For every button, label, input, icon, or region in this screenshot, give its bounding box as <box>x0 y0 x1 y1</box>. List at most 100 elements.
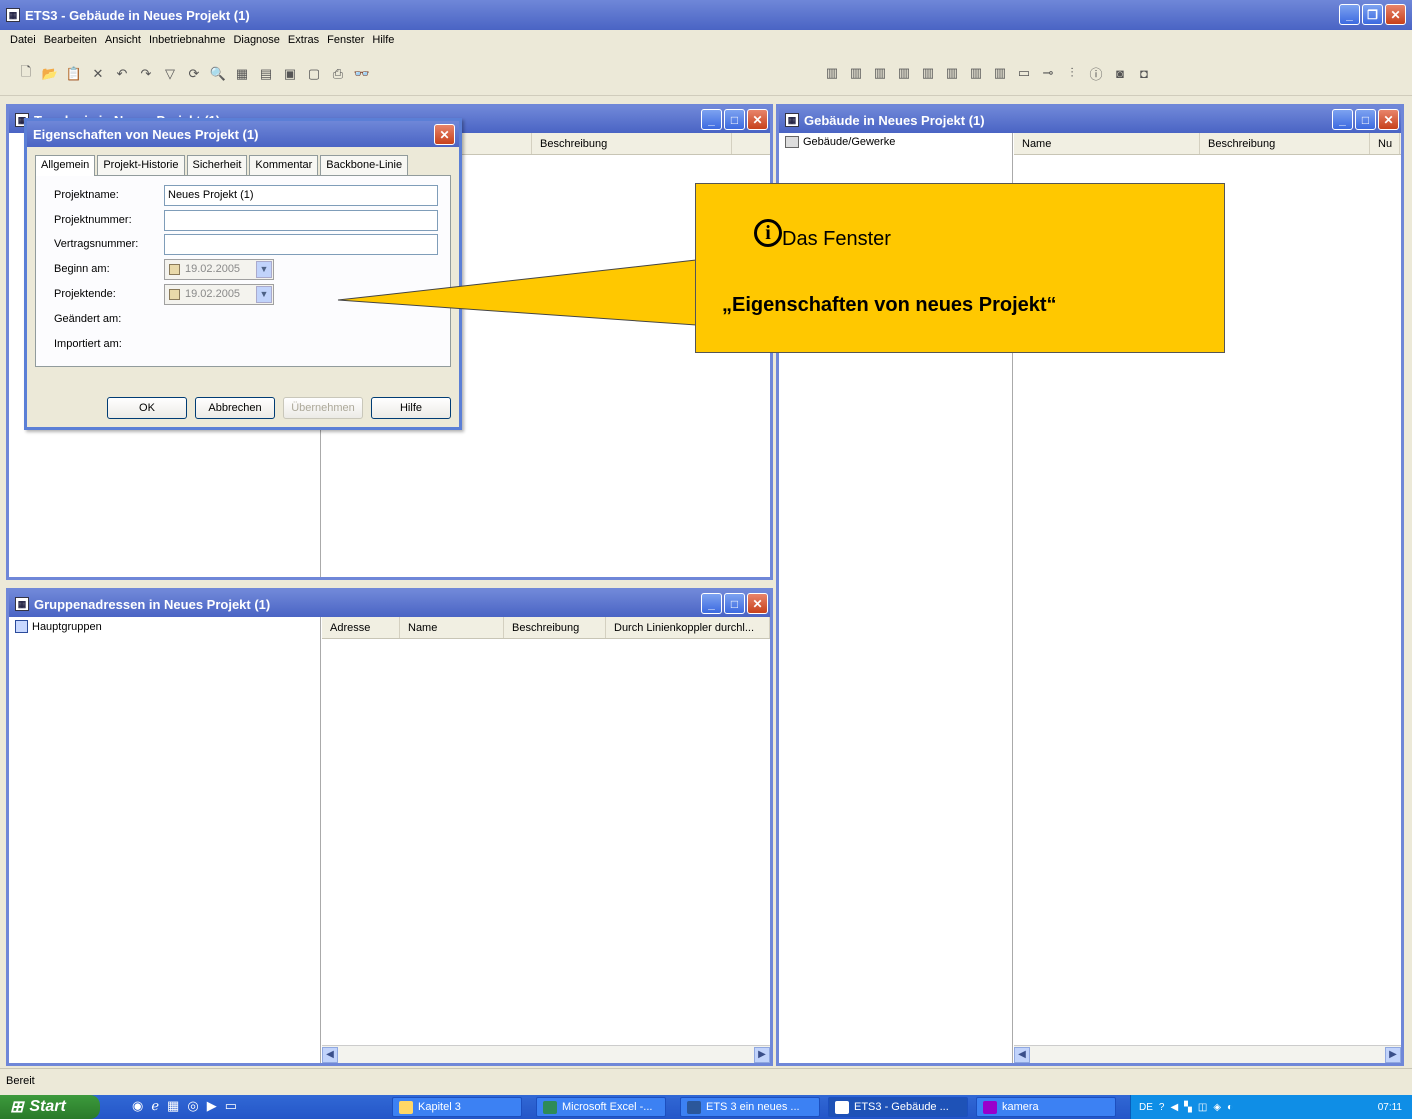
chart-icon[interactable]: ◙ <box>1111 64 1129 82</box>
sync-icon[interactable]: ◐ <box>1227 1102 1233 1113</box>
building-tool-icon[interactable]: ▥ <box>919 64 937 82</box>
cancel-button[interactable]: Abbrechen <box>195 397 275 419</box>
refresh-icon[interactable]: ⟳ <box>185 65 203 83</box>
scroll-left-icon[interactable]: ◀ <box>1014 1046 1030 1063</box>
close-icon[interactable]: ✕ <box>1385 4 1406 25</box>
building-tool-icon[interactable]: ▥ <box>967 64 985 82</box>
col-name[interactable]: Name <box>1014 133 1200 154</box>
task-word[interactable]: ETS 3 ein neues ... <box>680 1097 820 1117</box>
start-button[interactable]: ⊞ Start <box>0 1095 100 1119</box>
delete-icon[interactable]: ✕ <box>89 65 107 83</box>
security-icon[interactable]: ◈ <box>1213 1102 1221 1113</box>
gebaeude-titlebar[interactable]: ▦ Gebäude in Neues Projekt (1) _ □ ✕ <box>779 107 1401 133</box>
redo-icon[interactable]: ↷ <box>137 65 155 83</box>
checkbox-icon[interactable] <box>169 264 180 275</box>
table-icon[interactable]: ▤ <box>257 65 275 83</box>
menu-inbetriebnahme[interactable]: Inbetriebnahme <box>149 34 225 46</box>
tab-kommentar[interactable]: Kommentar <box>249 155 319 175</box>
col-beschreibung[interactable]: Beschreibung <box>504 617 606 638</box>
menu-hilfe[interactable]: Hilfe <box>372 34 394 46</box>
beginn-date-picker[interactable]: 19.02.2005 ▼ <box>164 259 274 280</box>
minimize-icon[interactable]: _ <box>1339 4 1360 25</box>
tree-icon[interactable]: ⫶ <box>1063 64 1081 82</box>
player-icon[interactable]: ▶ <box>207 1098 217 1114</box>
desktop-icon[interactable]: ◉ <box>132 1098 143 1114</box>
monitor-icon[interactable]: ▭ <box>1015 64 1033 82</box>
back-icon[interactable]: ◀ <box>1170 1102 1178 1113</box>
open-folder-icon[interactable]: 📂 <box>41 65 59 83</box>
maximize-icon[interactable]: □ <box>724 593 745 614</box>
close-icon[interactable]: ✕ <box>1378 109 1399 130</box>
menu-bearbeiten[interactable]: Bearbeiten <box>44 34 97 46</box>
close-icon[interactable]: ✕ <box>747 593 768 614</box>
horizontal-scrollbar[interactable]: ◀ ▶ <box>1014 1045 1401 1063</box>
undo-icon[interactable]: ↶ <box>113 65 131 83</box>
tab-sicherheit[interactable]: Sicherheit <box>186 155 248 175</box>
col-beschreibung[interactable]: Beschreibung <box>1200 133 1370 154</box>
checkbox-icon[interactable] <box>169 289 180 300</box>
col-nummer[interactable]: Nu <box>1370 133 1400 154</box>
building-tool-icon[interactable]: ▥ <box>943 64 961 82</box>
projektende-date-picker[interactable]: 19.02.2005 ▼ <box>164 284 274 305</box>
chevron-down-icon[interactable]: ▼ <box>256 286 272 303</box>
menu-diagnose[interactable]: Diagnose <box>233 34 279 46</box>
restore-icon[interactable]: ❐ <box>1362 4 1383 25</box>
close-icon[interactable]: ✕ <box>434 124 455 145</box>
search-icon[interactable]: 🔍 <box>209 65 227 83</box>
horizontal-scrollbar[interactable]: ◀ ▶ <box>322 1045 770 1063</box>
browser-icon[interactable]: ℯ <box>151 1098 159 1114</box>
connector-icon[interactable]: ⊸ <box>1039 64 1057 82</box>
filter-icon[interactable]: ▽ <box>161 65 179 83</box>
tab-backbone-linie[interactable]: Backbone-Linie <box>320 155 409 175</box>
print-icon[interactable]: ⎙ <box>329 65 347 83</box>
media-icon[interactable]: ◎ <box>187 1098 198 1114</box>
network-icon[interactable]: ▚ <box>1184 1102 1192 1113</box>
ets-app-icon[interactable]: ▦ <box>167 1098 179 1114</box>
building-tool-icon[interactable]: ▥ <box>895 64 913 82</box>
new-file-icon[interactable]: 🗋 <box>17 64 35 83</box>
panel-icon[interactable]: ▣ <box>281 65 299 83</box>
minimize-icon[interactable]: _ <box>701 109 722 130</box>
ok-button[interactable]: OK <box>107 397 187 419</box>
task-ets3[interactable]: ETS3 - Gebäude ... <box>828 1097 968 1117</box>
maximize-icon[interactable]: □ <box>724 109 745 130</box>
task-kapitel3[interactable]: Kapitel 3 <box>392 1097 522 1117</box>
close-icon[interactable]: ✕ <box>747 109 768 130</box>
maximize-icon[interactable]: □ <box>1355 109 1376 130</box>
projektnummer-field[interactable] <box>164 210 438 231</box>
grid-icon[interactable]: ▦ <box>233 65 251 83</box>
binoculars-icon[interactable]: 👓 <box>353 65 371 83</box>
gruppen-titlebar[interactable]: ▦ Gruppenadressen in Neues Projekt (1) _… <box>9 591 770 617</box>
scroll-left-icon[interactable]: ◀ <box>322 1046 338 1063</box>
minimize-icon[interactable]: _ <box>1332 109 1353 130</box>
camera-icon[interactable]: ▭ <box>225 1098 237 1114</box>
apply-button[interactable]: Übernehmen <box>283 397 363 419</box>
tree-item-gebaeude[interactable]: Gebäude/Gewerke <box>779 133 1012 151</box>
building-tool-icon[interactable]: ▥ <box>847 64 865 82</box>
task-excel[interactable]: Microsoft Excel -... <box>536 1097 666 1117</box>
col-linienkoppler[interactable]: Durch Linienkoppler durchl... <box>606 617 770 638</box>
window-icon[interactable]: ▢ <box>305 65 323 83</box>
device-icon[interactable]: ◘ <box>1135 64 1153 82</box>
chevron-down-icon[interactable]: ▼ <box>256 261 272 278</box>
info-device-icon[interactable]: ⓘ <box>1087 64 1105 82</box>
building-tool-icon[interactable]: ▥ <box>871 64 889 82</box>
menu-ansicht[interactable]: Ansicht <box>105 34 141 46</box>
volume-icon[interactable]: ◫ <box>1198 1102 1207 1113</box>
help-button[interactable]: Hilfe <box>371 397 451 419</box>
task-kamera[interactable]: kamera <box>976 1097 1116 1117</box>
menu-extras[interactable]: Extras <box>288 34 319 46</box>
minimize-icon[interactable]: _ <box>701 593 722 614</box>
col-adresse[interactable]: Adresse <box>322 617 400 638</box>
col-name[interactable]: Name <box>400 617 504 638</box>
projektname-field[interactable]: Neues Projekt (1) <box>164 185 438 206</box>
clipboard-icon[interactable]: 📋 <box>65 65 83 83</box>
col-beschreibung[interactable]: Beschreibung <box>532 133 732 154</box>
help-icon[interactable]: ? <box>1159 1102 1165 1113</box>
scroll-right-icon[interactable]: ▶ <box>754 1046 770 1063</box>
menu-datei[interactable]: Datei <box>10 34 36 46</box>
tree-item-hauptgruppen[interactable]: Hauptgruppen <box>9 617 320 636</box>
language-indicator[interactable]: DE <box>1139 1102 1153 1113</box>
dialog-titlebar[interactable]: Eigenschaften von Neues Projekt (1) ✕ <box>27 121 459 147</box>
building-tool-icon[interactable]: ▥ <box>991 64 1009 82</box>
